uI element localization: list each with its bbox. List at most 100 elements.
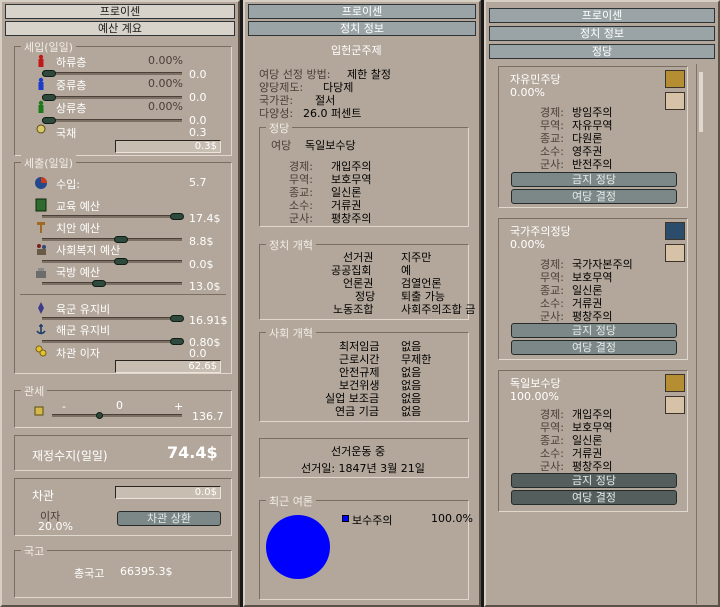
tariff-icon: [34, 406, 44, 416]
balance-value: 74.4$: [167, 443, 218, 462]
balance-label: 재정수지(일일): [32, 449, 108, 463]
policy-key: 군사:: [540, 158, 564, 171]
interest-label: 차관 이자: [56, 347, 100, 360]
expense-row-label: 사회복지 예산: [56, 244, 121, 257]
expense-row-val: 0.0$: [189, 258, 214, 271]
politics-panel: 프로이센 정치 정보 입헌군주제 여당 선정 방법: 제한 찰정 양당제도: 다…: [243, 0, 481, 607]
treasury-value: 66395.3$: [120, 565, 173, 578]
political-reform-legend: 정치 개혁: [266, 237, 316, 253]
army-slider[interactable]: [42, 315, 184, 322]
lower-tax-slider[interactable]: [42, 70, 182, 77]
middle-tax-slider[interactable]: [42, 94, 182, 101]
welfare-slider[interactable]: [42, 258, 182, 265]
slider-knob[interactable]: [170, 315, 184, 322]
party-percent: 0.00%: [510, 86, 545, 99]
interest-value: 0.0: [189, 347, 207, 360]
election-date: 선거일: 1847년 3월 21일: [301, 462, 425, 475]
slider-knob[interactable]: [92, 280, 106, 287]
reform-key: 연금 기금: [335, 405, 379, 418]
income-row-val: 0.0: [189, 68, 207, 81]
hand-icon[interactable]: [665, 92, 685, 110]
middle-title: 프로이센: [248, 4, 476, 19]
army-icon: [38, 302, 44, 314]
party-percent: 0.00%: [510, 238, 545, 251]
bond-icon: [36, 124, 46, 134]
set-ruling-party-button[interactable]: 여당 결정: [511, 490, 677, 505]
party-list-scrollbar[interactable]: [696, 64, 706, 604]
poll-pie-slice: [266, 515, 330, 579]
education-slider[interactable]: [42, 213, 184, 220]
income-row-pct: 0.00%: [148, 54, 183, 67]
budget-tab[interactable]: 예산 계요: [5, 21, 235, 36]
tariff-plus: +: [174, 400, 184, 413]
navy-slider[interactable]: [42, 338, 184, 345]
tariff-value: 136.7: [192, 410, 224, 423]
ban-party-button[interactable]: 금지 정당: [511, 323, 677, 338]
poll-ideology-value: 100.0%: [431, 512, 473, 525]
policy-key: 군사:: [540, 460, 564, 473]
right-tab-politics[interactable]: 정치 정보: [489, 26, 715, 41]
loan-interest-value: 20.0%: [38, 520, 73, 533]
defense-slider[interactable]: [42, 280, 182, 287]
expense-total: 62.6$: [115, 360, 221, 373]
party-flag-icon: [665, 374, 685, 392]
party-name: 자유민주당: [510, 73, 561, 86]
ban-party-button[interactable]: 금지 정당: [511, 473, 677, 488]
social-reform-legend: 사회 개혁: [266, 325, 316, 341]
hand-icon[interactable]: [665, 396, 685, 414]
income-legend: 세입(일일): [21, 39, 77, 55]
ban-party-button[interactable]: 금지 정당: [511, 172, 677, 187]
slider-knob[interactable]: [96, 412, 103, 419]
upper-tax-slider[interactable]: [42, 117, 182, 124]
tariff-slider[interactable]: [52, 412, 182, 419]
slider-knob[interactable]: [114, 258, 128, 265]
expense-row-val: 17.4$: [189, 212, 221, 225]
right-title: 프로이센: [489, 8, 715, 23]
divider: [20, 294, 226, 295]
lower-class-icon: [38, 54, 44, 67]
slider-knob[interactable]: [170, 338, 184, 345]
politics-tab[interactable]: 정치 정보: [248, 21, 476, 36]
debt-label: 국채: [56, 127, 77, 140]
set-ruling-party-button[interactable]: 여당 결정: [511, 340, 677, 355]
ruling-label: 여당: [271, 139, 292, 152]
reform-key: 노동조합: [333, 303, 374, 316]
set-ruling-party-button[interactable]: 여당 결정: [511, 189, 677, 204]
tariff-minus: -: [62, 400, 66, 413]
anchor-icon: [36, 324, 46, 335]
poll-legend-swatch: [342, 515, 349, 522]
income-pie-icon: [35, 177, 47, 189]
army-value: 16.91$: [189, 314, 228, 327]
poll-ideology-name: 보수주의: [352, 514, 393, 527]
income-row-pct: 0.00%: [148, 100, 183, 113]
info-label: 다양성:: [259, 107, 294, 120]
income-row-pct: 0.00%: [148, 77, 183, 90]
education-icon: [35, 198, 47, 212]
navy-label: 해군 유지비: [56, 324, 111, 337]
scroll-thumb[interactable]: [699, 72, 703, 132]
party-name: 독일보수당: [510, 377, 561, 390]
income-row-label: 하류층: [56, 56, 87, 69]
defense-icon: [36, 268, 46, 278]
tariff-center: 0: [116, 399, 123, 412]
expense-row-label: 치안 예산: [56, 222, 100, 235]
policy-value: 평창주의: [572, 310, 613, 323]
treasury-label: 총국고: [74, 567, 105, 580]
upper-class-icon: [38, 100, 44, 113]
loan-value: 0.0$: [115, 486, 221, 499]
income-row-val: 0.0: [189, 91, 207, 104]
repay-loan-button[interactable]: 차관 상환: [117, 511, 221, 526]
policy-value: 평창주의: [572, 460, 613, 473]
expense-row-val: 13.0$: [189, 280, 221, 293]
army-label: 육군 유지비: [56, 303, 111, 316]
debt-value: 0.3: [189, 126, 207, 139]
slider-knob[interactable]: [42, 70, 56, 77]
police-slider[interactable]: [42, 236, 182, 243]
poll-pie-chart: [266, 515, 330, 579]
slider-knob[interactable]: [170, 213, 184, 220]
right-tab-parties[interactable]: 정당: [489, 44, 715, 59]
expense-row-label: 교육 예산: [56, 200, 100, 213]
hand-icon[interactable]: [665, 244, 685, 262]
middle-class-icon: [38, 77, 44, 90]
budget-panel: 프로이센 예산 계요 세입(일일) 하류층 0.00% 0.0 중류층 0.00…: [0, 0, 240, 607]
